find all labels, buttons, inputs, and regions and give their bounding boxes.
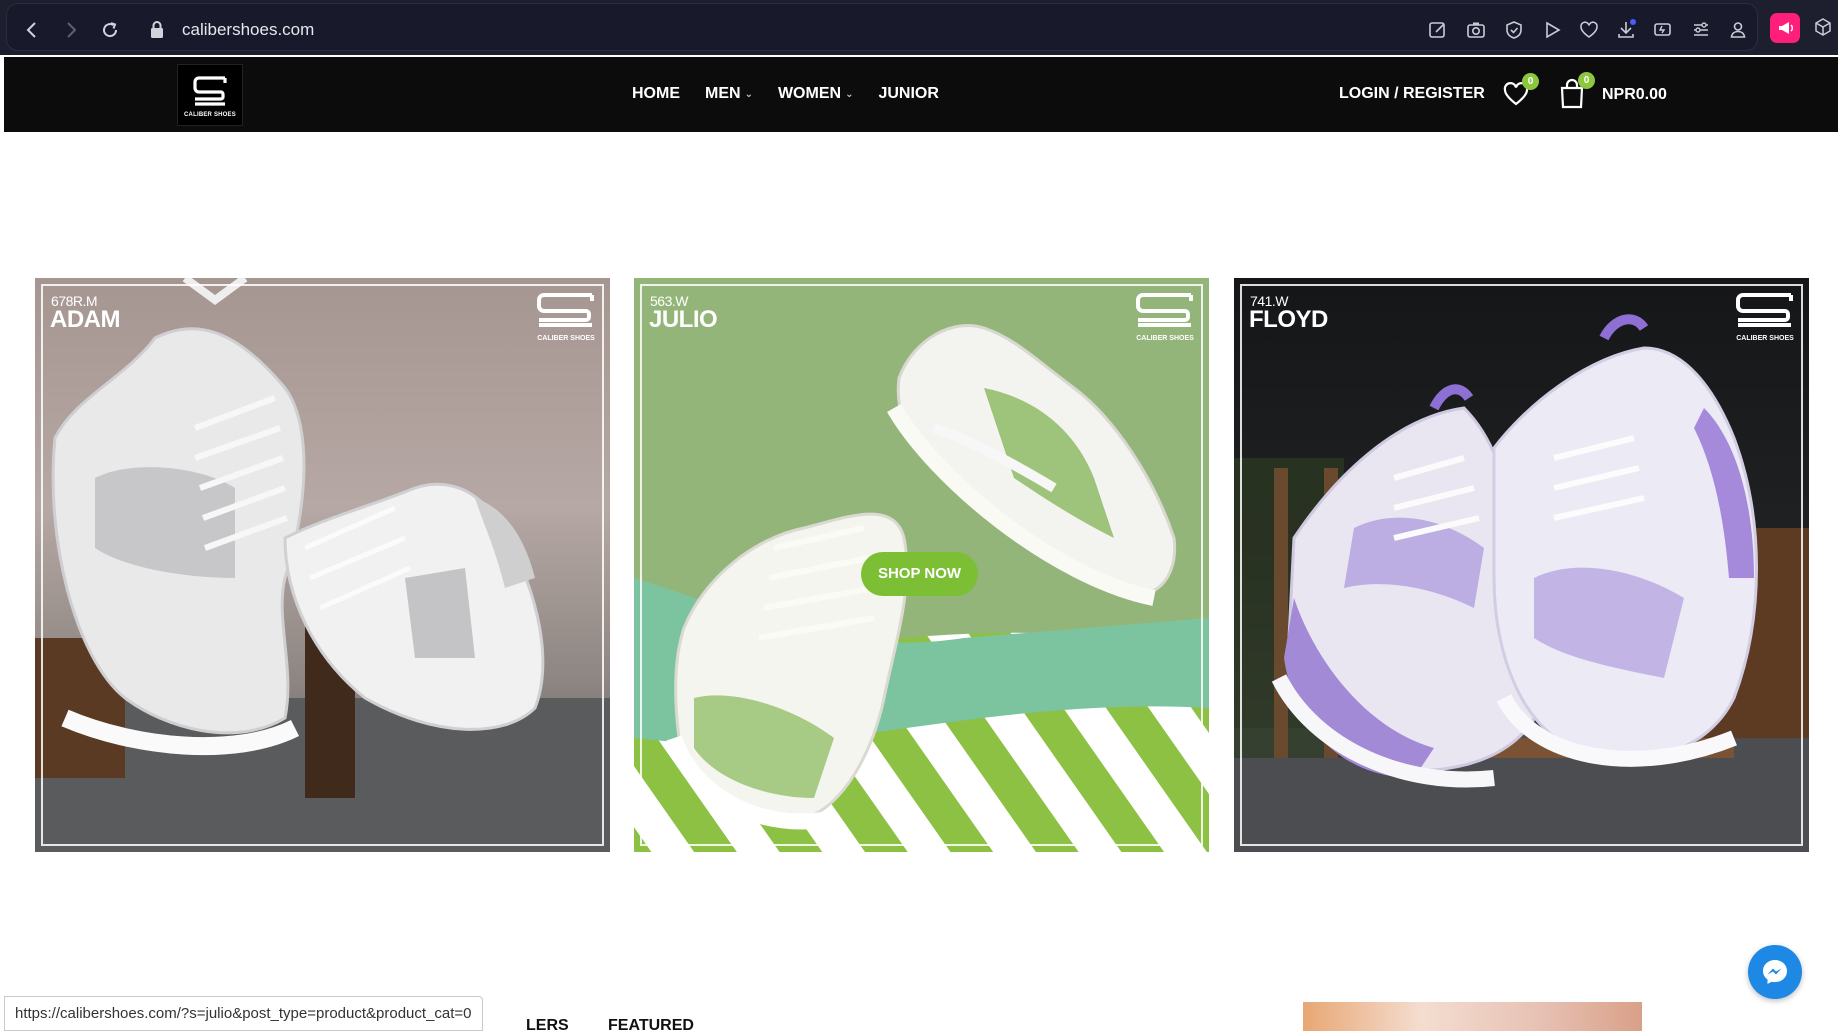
- back-arrow-icon[interactable]: [20, 18, 44, 42]
- product-name: FLOYD: [1249, 306, 1328, 333]
- nav-label: HOME: [632, 85, 680, 102]
- promo-banner-floyd[interactable]: 741.W FLOYD CALIBER SHOES: [1234, 278, 1809, 852]
- cart-button[interactable]: 0: [1557, 72, 1595, 110]
- tab-featured[interactable]: FEATURED: [608, 1017, 694, 1035]
- browser-toolbar: calibershoes.com: [0, 0, 1838, 55]
- caliber-logo-mark: [193, 76, 227, 106]
- main-nav: HOME MEN ⌄ WOMEN ⌄ JUNIOR: [632, 85, 964, 103]
- download-icon[interactable]: [1615, 19, 1637, 41]
- banner-frame: [1240, 284, 1803, 846]
- chevron-down-icon: ⌄: [845, 88, 854, 100]
- lock-icon: [150, 21, 164, 39]
- profile-icon[interactable]: [1727, 19, 1749, 41]
- nav-item-men[interactable]: MEN ⌄: [705, 85, 753, 103]
- shield-icon[interactable]: [1503, 19, 1525, 41]
- banner-frame: [41, 284, 604, 846]
- extensions-cube-icon[interactable]: [1812, 16, 1834, 38]
- nav-item-women[interactable]: WOMEN ⌄: [778, 85, 854, 103]
- tab-best-sellers[interactable]: LERS: [526, 1017, 569, 1035]
- address-bar: calibershoes.com: [6, 3, 1758, 51]
- url-text[interactable]: calibershoes.com: [182, 20, 314, 40]
- banner-logo-text: CALIBER SHOES: [537, 335, 595, 342]
- cart-count-badge: 0: [1578, 72, 1595, 89]
- login-register-link[interactable]: LOGIN / REGISTER: [1339, 85, 1485, 103]
- promo-image[interactable]: [1303, 1002, 1642, 1031]
- forward-arrow-icon[interactable]: [59, 18, 83, 42]
- promo-banner-julio[interactable]: 563.W JULIO CALIBER SHOES SHOP NOW: [634, 278, 1209, 852]
- product-name: ADAM: [50, 306, 121, 333]
- site-header: CALIBER SHOES HOME MEN ⌄ WOMEN ⌄ JUNIOR LO…: [4, 57, 1838, 132]
- nav-item-home[interactable]: HOME: [632, 85, 680, 103]
- banner-logo-text: CALIBER SHOES: [1136, 335, 1194, 342]
- site-logo[interactable]: CALIBER SHOES: [177, 64, 243, 126]
- reload-icon[interactable]: [98, 18, 122, 42]
- settings-sliders-icon[interactable]: [1690, 19, 1712, 41]
- banner-logo: CALIBER SHOES: [1735, 292, 1795, 344]
- promo-banner-adam[interactable]: 678R.M ADAM CALIBER SHOES: [35, 278, 610, 852]
- wishlist-button[interactable]: 0: [1501, 73, 1539, 109]
- play-icon[interactable]: [1541, 19, 1563, 41]
- caliber-logo-mark: [1136, 293, 1193, 327]
- cart-total[interactable]: NPR0.00: [1602, 86, 1667, 104]
- chevron-down-icon: ⌄: [744, 88, 753, 100]
- product-name: JULIO: [649, 306, 718, 333]
- caliber-logo-mark: [1736, 293, 1793, 327]
- logo-text: CALIBER SHOES: [184, 112, 236, 118]
- banner-logo-text: CALIBER SHOES: [1736, 335, 1794, 342]
- heart-icon[interactable]: [1578, 19, 1600, 41]
- caliber-logo-mark: [537, 293, 594, 327]
- camera-icon[interactable]: [1465, 19, 1487, 41]
- extension-megaphone-icon[interactable]: [1770, 13, 1800, 43]
- banner-logo: CALIBER SHOES: [536, 292, 596, 344]
- nav-label: WOMEN: [777, 85, 842, 102]
- banner-logo: CALIBER SHOES: [1135, 292, 1195, 344]
- messenger-icon: [1763, 960, 1787, 984]
- battery-saver-icon[interactable]: [1652, 19, 1674, 41]
- edit-icon[interactable]: [1427, 19, 1449, 41]
- nav-label: JUNIOR: [878, 85, 939, 102]
- messenger-chat-button[interactable]: [1748, 945, 1802, 999]
- wishlist-count-badge: 0: [1522, 73, 1539, 90]
- nav-label: MEN: [705, 85, 741, 102]
- nav-item-junior[interactable]: JUNIOR: [878, 85, 938, 103]
- status-bar-url: https://calibershoes.com/?s=julio&post_t…: [4, 996, 483, 1031]
- shop-now-button[interactable]: SHOP NOW: [861, 552, 978, 596]
